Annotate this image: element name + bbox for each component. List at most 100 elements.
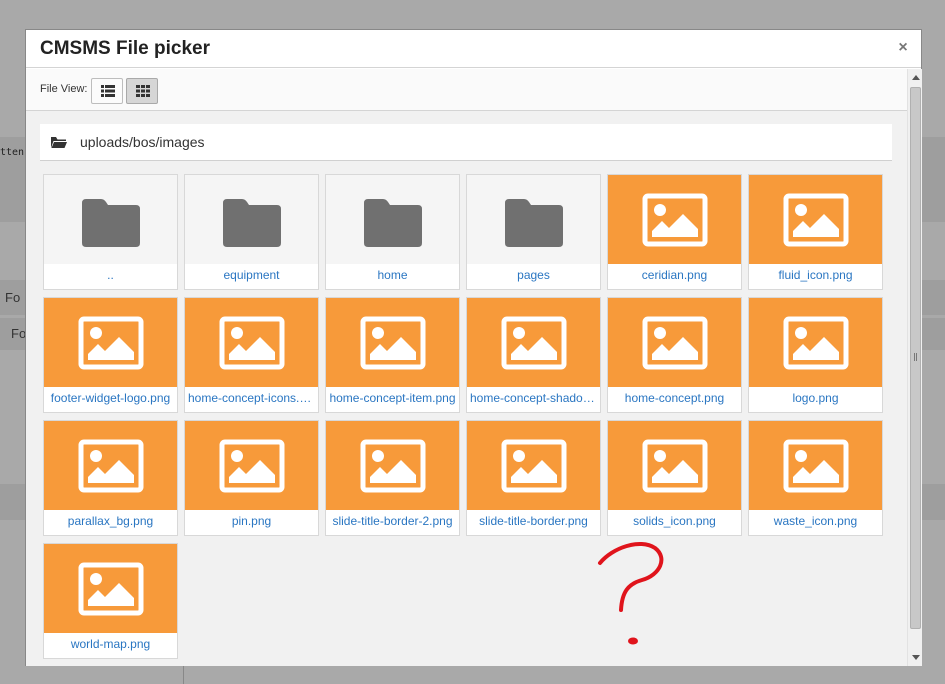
dialog-content: File View: uploads/bos/images .. equipme… bbox=[26, 69, 907, 666]
image-thumbnail bbox=[749, 421, 882, 510]
path-breadcrumb: uploads/bos/images bbox=[40, 124, 892, 161]
image-thumbnail bbox=[467, 421, 600, 510]
file-tile[interactable]: pin.png bbox=[184, 420, 319, 536]
folder-tile[interactable]: equipment bbox=[184, 174, 319, 290]
folder-thumbnail bbox=[44, 175, 177, 264]
file-name-link[interactable]: slide-title-border.png bbox=[470, 514, 597, 528]
file-name-link[interactable]: ceridian.png bbox=[611, 268, 738, 282]
file-name-link[interactable]: parallax_bg.png bbox=[47, 514, 174, 528]
file-name-link[interactable]: footer-widget-logo.png bbox=[47, 391, 174, 405]
grid-view-button[interactable] bbox=[126, 78, 158, 104]
background-divider bbox=[183, 666, 184, 684]
file-tile[interactable]: logo.png bbox=[748, 297, 883, 413]
grid-icon bbox=[136, 85, 150, 97]
file-tile[interactable]: slide-title-border-2.png bbox=[325, 420, 460, 536]
image-icon bbox=[78, 562, 144, 616]
file-name-link[interactable]: pages bbox=[470, 268, 597, 282]
file-view-label: File View: bbox=[40, 83, 88, 95]
folder-tile[interactable]: .. bbox=[43, 174, 178, 290]
folder-open-icon bbox=[51, 137, 67, 148]
file-name-link[interactable]: home bbox=[329, 268, 456, 282]
background-text: tten bbox=[0, 147, 25, 158]
background-text: Fo bbox=[11, 326, 27, 341]
folder-thumbnail bbox=[185, 175, 318, 264]
image-thumbnail bbox=[608, 298, 741, 387]
image-thumbnail bbox=[326, 421, 459, 510]
file-tile[interactable]: home-concept-icons.png bbox=[184, 297, 319, 413]
image-thumbnail bbox=[185, 298, 318, 387]
file-name-link[interactable]: home-concept-shadow.png bbox=[470, 391, 597, 405]
file-tile[interactable]: world-map.png bbox=[43, 543, 178, 659]
view-toolbar: File View: bbox=[26, 69, 907, 111]
image-icon bbox=[360, 439, 426, 493]
folder-icon bbox=[223, 199, 281, 247]
image-icon bbox=[219, 316, 285, 370]
image-icon bbox=[783, 439, 849, 493]
image-icon bbox=[78, 439, 144, 493]
folder-tile[interactable]: home bbox=[325, 174, 460, 290]
file-name-link[interactable]: home-concept.png bbox=[611, 391, 738, 405]
folder-tile[interactable]: pages bbox=[466, 174, 601, 290]
image-icon bbox=[642, 316, 708, 370]
file-name-link[interactable]: slide-title-border-2.png bbox=[329, 514, 456, 528]
folder-icon bbox=[82, 199, 140, 247]
image-thumbnail bbox=[44, 421, 177, 510]
file-name-link[interactable]: world-map.png bbox=[47, 637, 174, 651]
vertical-scrollbar[interactable] bbox=[907, 69, 922, 666]
list-icon bbox=[101, 85, 115, 97]
scroll-down-arrow-icon[interactable] bbox=[912, 655, 920, 660]
file-name-link[interactable]: home-concept-item.png bbox=[329, 391, 456, 405]
file-name-link[interactable]: home-concept-icons.png bbox=[188, 391, 315, 405]
file-tile[interactable]: home-concept.png bbox=[607, 297, 742, 413]
image-thumbnail bbox=[749, 175, 882, 264]
close-icon[interactable]: × bbox=[895, 39, 911, 57]
image-thumbnail bbox=[44, 298, 177, 387]
file-name-link[interactable]: equipment bbox=[188, 268, 315, 282]
scroll-thumb[interactable] bbox=[910, 87, 921, 629]
image-thumbnail bbox=[185, 421, 318, 510]
dialog-title: CMSMS File picker bbox=[40, 38, 210, 59]
image-icon bbox=[642, 193, 708, 247]
file-tile[interactable]: home-concept-shadow.png bbox=[466, 297, 601, 413]
image-icon bbox=[783, 316, 849, 370]
image-thumbnail bbox=[608, 175, 741, 264]
file-tile[interactable]: parallax_bg.png bbox=[43, 420, 178, 536]
image-icon bbox=[501, 316, 567, 370]
folder-thumbnail bbox=[467, 175, 600, 264]
image-thumbnail bbox=[326, 298, 459, 387]
image-thumbnail bbox=[44, 544, 177, 633]
file-name-link[interactable]: solids_icon.png bbox=[611, 514, 738, 528]
file-name-link[interactable]: pin.png bbox=[188, 514, 315, 528]
file-tile[interactable]: home-concept-item.png bbox=[325, 297, 460, 413]
image-icon bbox=[219, 439, 285, 493]
file-tile[interactable]: slide-title-border.png bbox=[466, 420, 601, 536]
file-tile[interactable]: ceridian.png bbox=[607, 174, 742, 290]
image-icon bbox=[78, 316, 144, 370]
file-tile[interactable]: fluid_icon.png bbox=[748, 174, 883, 290]
folder-thumbnail bbox=[326, 175, 459, 264]
folder-icon bbox=[505, 199, 563, 247]
dialog-header: CMSMS File picker × bbox=[26, 30, 921, 68]
file-name-link[interactable]: fluid_icon.png bbox=[752, 268, 879, 282]
current-path: uploads/bos/images bbox=[80, 134, 205, 150]
list-view-button[interactable] bbox=[91, 78, 123, 104]
image-icon bbox=[360, 316, 426, 370]
file-name-link[interactable]: logo.png bbox=[752, 391, 879, 405]
file-tile[interactable]: solids_icon.png bbox=[607, 420, 742, 536]
file-tile[interactable]: waste_icon.png bbox=[748, 420, 883, 536]
image-icon bbox=[501, 439, 567, 493]
folder-icon bbox=[364, 199, 422, 247]
file-name-link[interactable]: waste_icon.png bbox=[752, 514, 879, 528]
image-thumbnail bbox=[467, 298, 600, 387]
background-text: Fo bbox=[5, 290, 21, 305]
image-icon bbox=[642, 439, 708, 493]
file-picker-dialog: CMSMS File picker × File View: uploads/b… bbox=[25, 29, 922, 666]
file-tile[interactable]: footer-widget-logo.png bbox=[43, 297, 178, 413]
scroll-up-arrow-icon[interactable] bbox=[912, 75, 920, 80]
image-thumbnail bbox=[608, 421, 741, 510]
scroll-grip-icon bbox=[914, 353, 917, 361]
file-grid: .. equipment home pages ceridian.png fluid_ic… bbox=[43, 174, 888, 666]
file-name-link[interactable]: .. bbox=[47, 268, 174, 282]
image-thumbnail bbox=[749, 298, 882, 387]
image-icon bbox=[783, 193, 849, 247]
